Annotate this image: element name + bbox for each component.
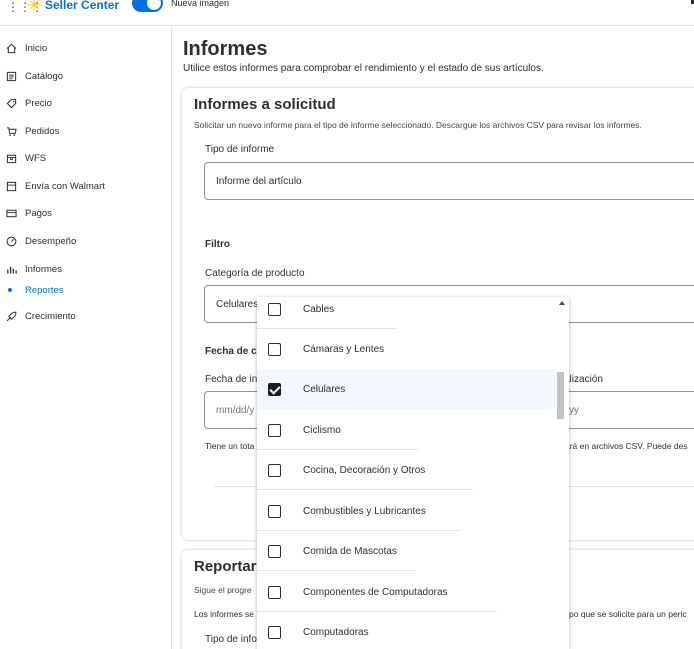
box-icon [6, 154, 17, 163]
sidebar-item-inicio[interactable]: Inicio [6, 39, 47, 57]
walmart-spark-icon: ✳ [27, 0, 42, 15]
sidebar-item-label: Informes [25, 263, 62, 275]
toggle-knob [147, 0, 161, 10]
sidebar-item-label: WFS [25, 152, 47, 164]
scroll-up-arrow-icon[interactable] [559, 301, 565, 305]
card-title: Reportar [194, 558, 257, 575]
report-type-select[interactable]: Informe del artículo [204, 162, 694, 200]
option-label: Comida de Mascotas [303, 545, 397, 557]
limit-note-right: ará en archivos CSV. Puede des [565, 441, 688, 451]
sidebar-item-crecimiento[interactable]: Crecimiento [6, 307, 76, 325]
sidebar-item-informes[interactable]: Informes [6, 260, 62, 278]
dot-icon [8, 288, 12, 292]
page-title: Informes [183, 38, 268, 60]
option-separator [257, 489, 473, 490]
checkbox[interactable] [268, 625, 281, 639]
rocket-icon [6, 311, 17, 321]
checkbox[interactable] [268, 302, 281, 316]
reports-note-right: po que se solicite para un peric [569, 609, 687, 619]
option-combustibles[interactable]: Combustibles y Lubricantes [257, 491, 555, 531]
sidebar-item-label: Inicio [25, 42, 48, 54]
scrollbar-thumb[interactable] [557, 372, 564, 419]
option-cables[interactable]: Cables [257, 297, 555, 329]
card-icon [6, 209, 17, 217]
report-type-value: Informe del artículo [216, 175, 302, 187]
top-bar: ⋮⋮⋮ ✳ Seller Center Nueva imagen [0, 0, 694, 26]
cart-icon [6, 126, 17, 136]
bar-chart-icon [7, 266, 17, 274]
option-computadoras[interactable]: Computadoras [257, 612, 555, 649]
option-label: Celulares [303, 383, 346, 395]
start-date-label: Fecha de in [205, 374, 258, 385]
sidebar-item-label: Desempeño [25, 235, 77, 247]
option-comida-de-mascotas[interactable]: Comida de Mascotas [257, 531, 555, 571]
date-range-heading: Fecha de c [205, 346, 257, 357]
end-date-label: alización [564, 374, 603, 385]
option-componentes[interactable]: Componentes de Computadoras [257, 572, 555, 612]
option-cocina-decoracion[interactable]: Cocina, Decoración y Otros [257, 450, 555, 490]
sidebar-item-pedidos[interactable]: Pedidos [6, 122, 59, 140]
gauge-icon [6, 236, 17, 246]
option-label: Ciclismo [303, 424, 341, 436]
catalog-icon [6, 71, 17, 81]
sidebar-item-label: Envía con Walmart [25, 180, 105, 192]
checkbox-checked[interactable] [268, 382, 281, 396]
checkbox[interactable] [268, 585, 281, 599]
checkbox[interactable] [268, 423, 281, 437]
sidebar-item-envia-con-walmart[interactable]: Envía con Walmart [6, 177, 105, 195]
sidebar-item-label: Reportes [25, 284, 64, 296]
option-celulares[interactable]: Celulares [257, 369, 555, 409]
sidebar-item-label: Pagos [25, 207, 52, 219]
product-category-label: Categoría de producto [205, 268, 305, 279]
sidebar: Inicio Catálogo Precio Pedidos WFS Envía… [0, 27, 172, 649]
sidebar-item-precio[interactable]: Precio [6, 94, 52, 112]
option-label: Combustibles y Lubricantes [303, 505, 426, 517]
option-label: Componentes de Computadoras [303, 586, 448, 598]
sidebar-item-pagos[interactable]: Pagos [6, 204, 52, 222]
checkbox[interactable] [268, 544, 281, 558]
report-type-label: Tipo de info [205, 634, 257, 645]
option-label: Cámaras y Lentes [303, 343, 385, 355]
start-date-placeholder: mm/dd/y [216, 404, 255, 416]
option-separator [257, 570, 415, 571]
sidebar-item-wfs[interactable]: WFS [6, 149, 46, 167]
option-label: Cocina, Decoración y Otros [303, 464, 426, 476]
option-label: Cables [303, 303, 335, 315]
new-image-toggle[interactable] [132, 0, 163, 12]
card-description: Sigue el progre [194, 585, 252, 595]
page-subtitle: Utilice estos informes para comprobar el… [183, 63, 544, 74]
sidebar-item-label: Crecimiento [25, 310, 76, 322]
report-type-label: Tipo de informe [205, 144, 275, 155]
limit-note-left: Tiene un tota [205, 441, 255, 451]
checkbox[interactable] [268, 463, 281, 477]
sidebar-subitem-reportes[interactable]: Reportes [8, 282, 64, 298]
option-ciclismo[interactable]: Ciclismo [257, 410, 555, 450]
dropdown-scrollbar[interactable] [555, 297, 569, 649]
card-title: Informes a solicitud [194, 96, 336, 113]
sidebar-item-label: Catálogo [25, 70, 64, 82]
tag-icon [6, 98, 17, 108]
filter-heading: Filtro [205, 239, 230, 250]
toggle-label: Nueva imagen [171, 0, 230, 8]
home-icon [6, 43, 17, 53]
shipping-icon [6, 181, 17, 191]
reports-note-left: Los informes se [194, 609, 254, 619]
sidebar-item-desempeno[interactable]: Desempeño [6, 232, 76, 250]
checkbox[interactable] [268, 504, 281, 518]
option-camaras-y-lentes[interactable]: Cámaras y Lentes [257, 329, 555, 369]
card-description: Solicitar un nuevo informe para el tipo … [194, 120, 642, 130]
sidebar-item-label: Precio [25, 97, 52, 109]
sidebar-item-catalogo[interactable]: Catálogo [6, 67, 63, 85]
option-label: Computadoras [303, 626, 369, 638]
end-date-placeholder: yy [569, 404, 579, 416]
product-category-value: Celulares [216, 298, 259, 310]
checkbox[interactable] [268, 342, 281, 356]
category-dropdown-list[interactable]: Cables Cámaras y Lentes Celulares Ciclis… [257, 297, 569, 649]
end-date-input[interactable]: yy [558, 391, 694, 429]
brand-title[interactable]: Seller Center [45, 0, 119, 12]
sidebar-item-label: Pedidos [25, 125, 60, 137]
